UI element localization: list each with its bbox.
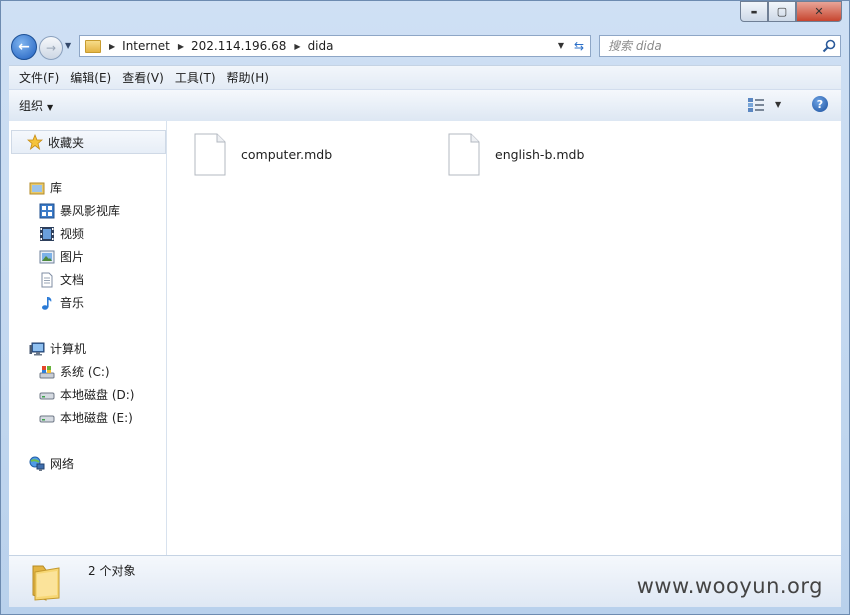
sidebar-item-drive-d[interactable]: 本地磁盘 (D:) — [39, 386, 134, 403]
sidebar-item-music[interactable]: 音乐 — [39, 294, 84, 311]
minimize-button[interactable]: ▬ — [740, 1, 768, 22]
organize-label: 组织 — [19, 99, 44, 113]
sidebar-item-pictures[interactable]: 图片 — [39, 248, 84, 265]
close-button[interactable]: ✕ — [796, 1, 842, 22]
system-drive-icon — [39, 365, 55, 378]
library-icon — [29, 182, 45, 194]
sidebar-item-label: 文档 — [60, 273, 85, 287]
help-icon: ? — [816, 97, 824, 111]
file-item-english-b-mdb[interactable]: english-b.mdb — [448, 133, 584, 176]
sidebar-item-label: 音乐 — [60, 296, 85, 310]
address-history-dropdown[interactable]: ▼ — [558, 41, 564, 50]
command-bar: 组织 ▼ ▼ ? — [9, 89, 841, 122]
favorites-label: 收藏夹 — [48, 135, 85, 150]
organize-button[interactable]: 组织 ▼ — [19, 97, 53, 114]
file-list: computer.mdb english-b.mdb — [167, 121, 841, 555]
file-icon — [194, 133, 226, 176]
folder-icon — [85, 39, 101, 53]
view-options-dropdown[interactable]: ▼ — [775, 100, 781, 109]
arrow-right-icon: → — [45, 41, 57, 55]
favorites-item[interactable]: 收藏夹 — [11, 130, 166, 154]
sidebar-item-videos[interactable]: 视频 — [39, 225, 84, 242]
network-icon — [29, 456, 45, 471]
sidebar-item-label: 视频 — [60, 227, 85, 241]
breadcrumb-internet[interactable]: Internet — [122, 39, 170, 53]
refresh-button[interactable]: ⇆ — [568, 35, 591, 57]
chevron-right-icon[interactable]: ▶ — [109, 42, 115, 51]
sidebar-item-drive-c[interactable]: 系统 (C:) — [39, 363, 110, 380]
sidebar-item-drive-e[interactable]: 本地磁盘 (E:) — [39, 409, 133, 426]
menu-bar: 文件(F) 编辑(E) 查看(V) 工具(T) 帮助(H) — [9, 65, 841, 89]
chevron-down-icon: ▼ — [47, 103, 54, 112]
sidebar-item-label: 图片 — [60, 250, 85, 264]
picture-icon — [39, 250, 55, 263]
change-view-icon[interactable] — [747, 97, 765, 113]
back-button[interactable]: ← — [11, 34, 37, 60]
film-icon — [40, 226, 54, 241]
menu-edit[interactable]: 编辑(E) — [65, 69, 116, 86]
window-controls: ▬ ▢ ✕ — [740, 1, 842, 22]
file-icon — [448, 133, 480, 176]
recent-pages-dropdown[interactable]: ▼ — [65, 41, 71, 50]
navigation-row: ← → ▼ ▶ Internet ▶ 202.114.196.68 ▶ dida… — [1, 33, 849, 61]
sidebar-item-label: 暴风影视库 — [60, 204, 121, 218]
chevron-right-icon[interactable]: ▶ — [178, 42, 184, 51]
address-bar[interactable]: ▶ Internet ▶ 202.114.196.68 ▶ dida ▼ — [79, 35, 569, 57]
maximize-button[interactable]: ▢ — [768, 1, 796, 22]
computer-icon — [29, 342, 45, 355]
music-note-icon — [42, 296, 52, 310]
search-input[interactable] — [608, 36, 813, 56]
menu-file[interactable]: 文件(F) — [14, 69, 64, 86]
details-pane: 2 个对象 www.wooyun.org — [9, 555, 841, 607]
forward-button[interactable]: → — [39, 36, 63, 60]
sidebar-item-label: 系统 (C:) — [60, 365, 110, 379]
breadcrumb-dida[interactable]: dida — [308, 39, 334, 53]
sidebar-item-label: 本地磁盘 (E:) — [60, 411, 133, 425]
sidebar-item-label: 本地磁盘 (D:) — [60, 388, 135, 402]
network-label: 网络 — [50, 457, 75, 471]
computer-item[interactable]: 计算机 — [29, 340, 86, 357]
video-library-icon — [39, 203, 55, 218]
folder-icon — [32, 565, 60, 601]
breadcrumb-host[interactable]: 202.114.196.68 — [191, 39, 286, 53]
libraries-label: 库 — [50, 181, 63, 195]
help-button[interactable]: ? — [812, 96, 828, 112]
menu-tools[interactable]: 工具(T) — [170, 69, 221, 86]
file-name: computer.mdb — [241, 147, 333, 162]
item-count: 2 个对象 — [88, 564, 136, 578]
watermark: www.wooyun.org — [636, 574, 823, 598]
computer-label: 计算机 — [50, 342, 87, 356]
search-box[interactable] — [599, 35, 841, 57]
file-name: english-b.mdb — [495, 147, 585, 162]
network-item[interactable]: 网络 — [29, 455, 74, 472]
explorer-window: ▬ ▢ ✕ ← → ▼ ▶ Internet ▶ 202.114.196.68 … — [0, 0, 850, 615]
menu-help[interactable]: 帮助(H) — [222, 69, 274, 86]
hard-drive-icon — [39, 392, 55, 399]
file-item-computer-mdb[interactable]: computer.mdb — [194, 133, 332, 176]
star-icon — [27, 134, 43, 150]
menu-view[interactable]: 查看(V) — [117, 69, 169, 86]
hard-drive-icon — [39, 415, 55, 422]
sidebar-item-baofeng[interactable]: 暴风影视库 — [39, 202, 120, 219]
navigation-pane: 收藏夹 库 暴风影视库 视频 图片 文档 音乐 计算机 系统 (C:) 本地磁盘… — [9, 121, 167, 555]
libraries-item[interactable]: 库 — [29, 179, 62, 196]
document-icon — [41, 272, 53, 287]
chevron-right-icon[interactable]: ▶ — [294, 42, 300, 51]
search-icon[interactable] — [822, 39, 836, 53]
sidebar-item-documents[interactable]: 文档 — [39, 271, 84, 288]
arrow-left-icon: ← — [18, 39, 30, 55]
refresh-icon: ⇆ — [573, 39, 585, 53]
